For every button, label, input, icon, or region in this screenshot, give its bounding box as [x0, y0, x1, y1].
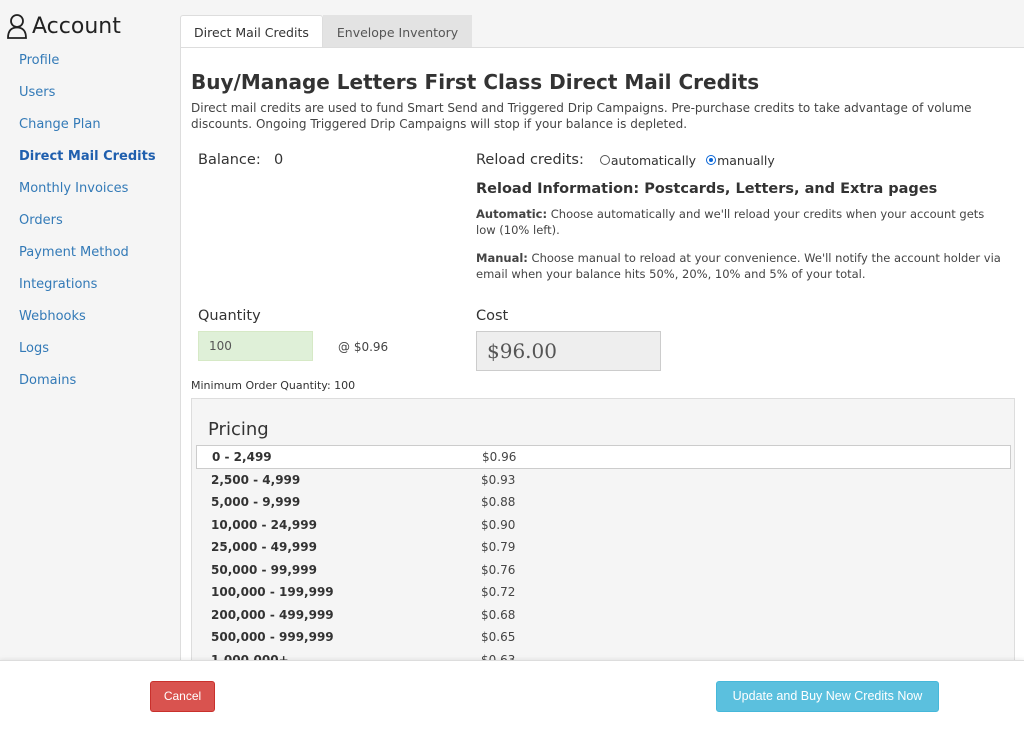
page-title: Buy/Manage Letters First Class Direct Ma… [191, 70, 760, 94]
pricing-row: 500,000 - 999,999 $0.65 [196, 626, 1011, 650]
pricing-range: 5,000 - 9,999 [211, 495, 301, 509]
pricing-range: 200,000 - 499,999 [211, 608, 334, 622]
sidebar-item-domains[interactable]: Domains [19, 373, 156, 405]
manual-description: Manual: Choose manual to reload at your … [476, 250, 1006, 282]
pricing-range: 100,000 - 199,999 [211, 585, 334, 599]
sidebar-item-change-plan[interactable]: Change Plan [19, 117, 156, 149]
sidebar: Account Profile Users Change Plan Direct… [0, 0, 170, 660]
radio-manually[interactable] [706, 155, 717, 165]
pricing-price: $0.72 [481, 585, 516, 599]
reload-option-manually[interactable]: manually [706, 153, 775, 168]
pricing-price: $0.88 [481, 495, 516, 509]
quantity-label: Quantity [198, 308, 261, 324]
automatic-text: Choose automatically and we'll reload yo… [476, 207, 985, 237]
cancel-button[interactable]: Cancel [150, 681, 215, 712]
pricing-price: $0.93 [481, 473, 516, 487]
sidebar-item-payment-method[interactable]: Payment Method [19, 245, 156, 277]
pricing-range: 0 - 2,499 [212, 450, 272, 464]
price-per-unit: @ $0.96 [338, 340, 389, 354]
pricing-row: 200,000 - 499,999 $0.68 [196, 604, 1011, 628]
pricing-row: 10,000 - 24,999 $0.90 [196, 514, 1011, 538]
pricing-price: $0.90 [481, 518, 516, 532]
reload-option-manually-label: manually [717, 152, 775, 168]
radio-automatically[interactable] [599, 155, 610, 165]
minimum-order-note: Minimum Order Quantity: 100 [191, 379, 356, 392]
quantity-input[interactable]: 100 [198, 331, 313, 361]
sidebar-item-integrations[interactable]: Integrations [19, 277, 156, 309]
pricing-price: $0.68 [481, 608, 516, 622]
sidebar-item-monthly-invoices[interactable]: Monthly Invoices [19, 181, 156, 213]
pricing-range: 50,000 - 99,999 [211, 563, 317, 577]
sidebar-item-logs[interactable]: Logs [19, 341, 156, 373]
pricing-row: 25,000 - 49,999 $0.79 [196, 536, 1011, 560]
pricing-row: 50,000 - 99,999 $0.76 [196, 559, 1011, 583]
pricing-range: 10,000 - 24,999 [211, 518, 317, 532]
pricing-range: 25,000 - 49,999 [211, 540, 317, 554]
pricing-range: 2,500 - 4,999 [211, 473, 301, 487]
pricing-row: 0 - 2,499 $0.96 [196, 445, 1011, 469]
pricing-row: 5,000 - 9,999 $0.88 [196, 491, 1011, 515]
balance-value: 0 [274, 152, 284, 168]
pricing-title: Pricing [208, 419, 269, 440]
account-header: Account [6, 13, 121, 39]
manual-text: Choose manual to reload at your convenie… [476, 251, 1001, 281]
reload-credits-label: Reload credits: [476, 152, 584, 168]
pricing-price: $0.96 [482, 450, 517, 464]
app: Account Profile Users Change Plan Direct… [0, 0, 1024, 729]
tab-direct-mail-credits[interactable]: Direct Mail Credits [180, 15, 323, 48]
update-and-buy-button[interactable]: Update and Buy New Credits Now [716, 681, 939, 712]
automatic-description: Automatic: Choose automatically and we'l… [476, 206, 1006, 238]
reload-option-automatically[interactable]: automatically [599, 152, 710, 168]
pricing-range: 500,000 - 999,999 [211, 630, 334, 644]
reload-credits-group: Reload credits: automatically manually [476, 152, 775, 168]
main-panel: Buy/Manage Letters First Class Direct Ma… [180, 47, 1024, 661]
automatic-label: Automatic: [476, 207, 548, 221]
sidebar-item-webhooks[interactable]: Webhooks [19, 309, 156, 341]
sidebar-item-profile[interactable]: Profile [19, 53, 156, 85]
pricing-price: $0.79 [481, 540, 516, 554]
manual-label: Manual: [476, 251, 528, 265]
sidebar-item-direct-mail-credits[interactable]: Direct Mail Credits [19, 149, 156, 181]
tab-envelope-inventory[interactable]: Envelope Inventory [322, 15, 473, 48]
sidebar-item-orders[interactable]: Orders [19, 213, 156, 245]
tab-bar: Direct Mail Credits Envelope Inventory [180, 15, 473, 48]
account-title: Account [32, 13, 121, 39]
cost-label: Cost [476, 308, 509, 324]
pricing-price: $0.65 [481, 630, 516, 644]
pricing-panel: Pricing 0 - 2,499 $0.96 2,500 - 4,999 $0… [191, 398, 1015, 661]
balance-label: Balance: [198, 152, 261, 168]
page-description: Direct mail credits are used to fund Sma… [191, 101, 972, 131]
pricing-row: 2,500 - 4,999 $0.93 [196, 469, 1011, 493]
reload-info-title: Reload Information: Postcards, Letters, … [476, 181, 938, 197]
footer-bar: Cancel Update and Buy New Credits Now [0, 660, 1024, 729]
reload-option-automatically-label: automatically [610, 152, 697, 168]
sidebar-nav: Profile Users Change Plan Direct Mail Cr… [19, 53, 156, 405]
pricing-row: 100,000 - 199,999 $0.72 [196, 581, 1011, 605]
pricing-price: $0.76 [481, 563, 516, 577]
sidebar-item-users[interactable]: Users [19, 85, 156, 117]
user-icon [6, 13, 28, 39]
cost-field: $96.00 [476, 331, 661, 371]
